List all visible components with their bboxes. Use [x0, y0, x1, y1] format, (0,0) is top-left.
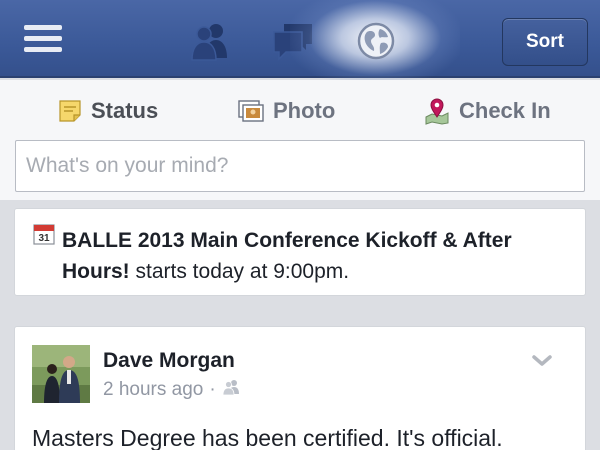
post-meta: 2 hours ago · — [103, 379, 242, 401]
avatar[interactable] — [32, 345, 90, 403]
meta-separator: · — [209, 379, 216, 400]
map-pin-icon — [424, 97, 450, 125]
tab-photo-label: Photo — [273, 98, 336, 123]
post-timestamp[interactable]: 2 hours ago — [103, 379, 203, 401]
top-navigation-bar: Sort — [0, 0, 600, 86]
calendar-icon: 31 — [33, 223, 55, 245]
friends-icon[interactable] — [186, 20, 236, 62]
event-text: BALLE 2013 Main Conference Kickoff & Aft… — [62, 225, 572, 287]
tab-check-in-label: Check In — [459, 98, 551, 123]
globe-notifications-icon[interactable] — [351, 20, 401, 62]
calendar-day: 31 — [38, 233, 50, 244]
hamburger-menu-icon[interactable] — [24, 25, 62, 55]
tab-status[interactable]: Status — [58, 94, 158, 128]
news-feed-post: Dave Morgan 2 hours ago · Masters Degree… — [14, 326, 586, 450]
sort-button[interactable]: Sort — [502, 18, 588, 66]
event-time: starts today at 9:00pm. — [129, 260, 350, 283]
tab-check-in[interactable]: Check In — [424, 94, 551, 128]
photo-icon — [238, 99, 264, 123]
friends-audience-icon[interactable] — [222, 379, 242, 401]
chevron-down-icon[interactable] — [531, 353, 553, 369]
status-composer: Status Photo Check In — [0, 80, 600, 200]
post-author[interactable]: Dave Morgan — [103, 349, 235, 373]
status-note-icon — [58, 99, 82, 123]
tab-status-label: Status — [91, 98, 159, 123]
post-text: Masters Degree has been certified. It's … — [32, 425, 503, 450]
tab-photo[interactable]: Photo — [238, 94, 335, 128]
status-input[interactable] — [15, 140, 585, 192]
event-reminder-card[interactable]: 31 BALLE 2013 Main Conference Kickoff & … — [14, 208, 586, 296]
